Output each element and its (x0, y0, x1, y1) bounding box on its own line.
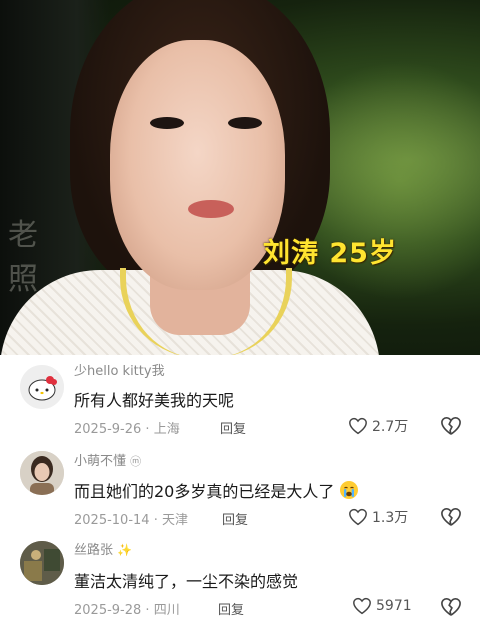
video-screenshot: 老照 刘涛 25岁 (0, 0, 480, 355)
like-button[interactable]: 5971 (352, 597, 412, 615)
comment-date: 2025-9-26 (74, 422, 142, 437)
watermark-logo: 老照 (8, 218, 38, 297)
hello-kitty-avatar-icon (20, 365, 64, 409)
right-eye (228, 117, 262, 129)
comment-location: 四川 (153, 603, 180, 618)
reply-button[interactable]: 回复 (218, 599, 244, 618)
avatar[interactable] (20, 451, 64, 495)
crying-face-emoji (340, 481, 359, 499)
sparkle-icon: ✨ (117, 543, 133, 557)
user-photo-avatar-icon (20, 451, 64, 495)
comment-location: 天津 (161, 513, 188, 528)
like-button[interactable]: 2.7万 (348, 416, 408, 436)
user-photo-avatar-icon (20, 541, 64, 585)
comment-username[interactable]: 少hello kitty我 (74, 360, 165, 379)
comment-username[interactable]: 小萌不懂 ⓜ (74, 450, 141, 469)
broken-heart-icon[interactable] (440, 597, 462, 617)
heart-outline-icon (349, 417, 367, 435)
comment-text: 董洁太清纯了，一尘不染的感觉 (74, 572, 299, 591)
like-button[interactable]: 1.3万 (348, 507, 408, 527)
username-text: 小萌不懂 (74, 454, 127, 469)
comment-date-location: 2025-9-26 · 上海 (74, 422, 180, 437)
broken-heart-icon[interactable] (440, 416, 462, 436)
heart-outline-icon (353, 597, 371, 615)
comment-date-location: 2025-9-28 · 四川 (74, 603, 180, 618)
avatar[interactable] (20, 365, 64, 409)
comment-date: 2025-10-14 (74, 513, 150, 528)
mouth (188, 200, 234, 218)
avatar[interactable] (20, 541, 64, 585)
face (110, 40, 285, 290)
broken-heart-icon[interactable] (440, 507, 462, 527)
badge-icon: ⓜ (130, 455, 142, 468)
comment-location: 上海 (153, 422, 180, 437)
comment-username[interactable]: 丝路张 ✨ (74, 539, 132, 558)
like-count: 1.3万 (372, 510, 409, 526)
like-count: 5971 (376, 598, 412, 614)
comment-text-content: 而且她们的20多岁真的已经是大人了 (74, 482, 335, 501)
reply-button[interactable]: 回复 (222, 509, 248, 528)
comment-text: 所有人都好美我的天呢 (74, 391, 235, 410)
heart-outline-icon (349, 508, 367, 526)
like-count: 2.7万 (372, 419, 409, 435)
left-eye (150, 117, 184, 129)
comment-date: 2025-9-28 (74, 603, 142, 618)
comment-text: 而且她们的20多岁真的已经是大人了 (74, 478, 359, 502)
comment-date-location: 2025-10-14 · 天津 (74, 513, 188, 528)
photo-caption: 刘涛 25岁 (263, 238, 397, 269)
reply-button[interactable]: 回复 (220, 418, 246, 437)
username-text: 丝路张 (74, 543, 114, 558)
